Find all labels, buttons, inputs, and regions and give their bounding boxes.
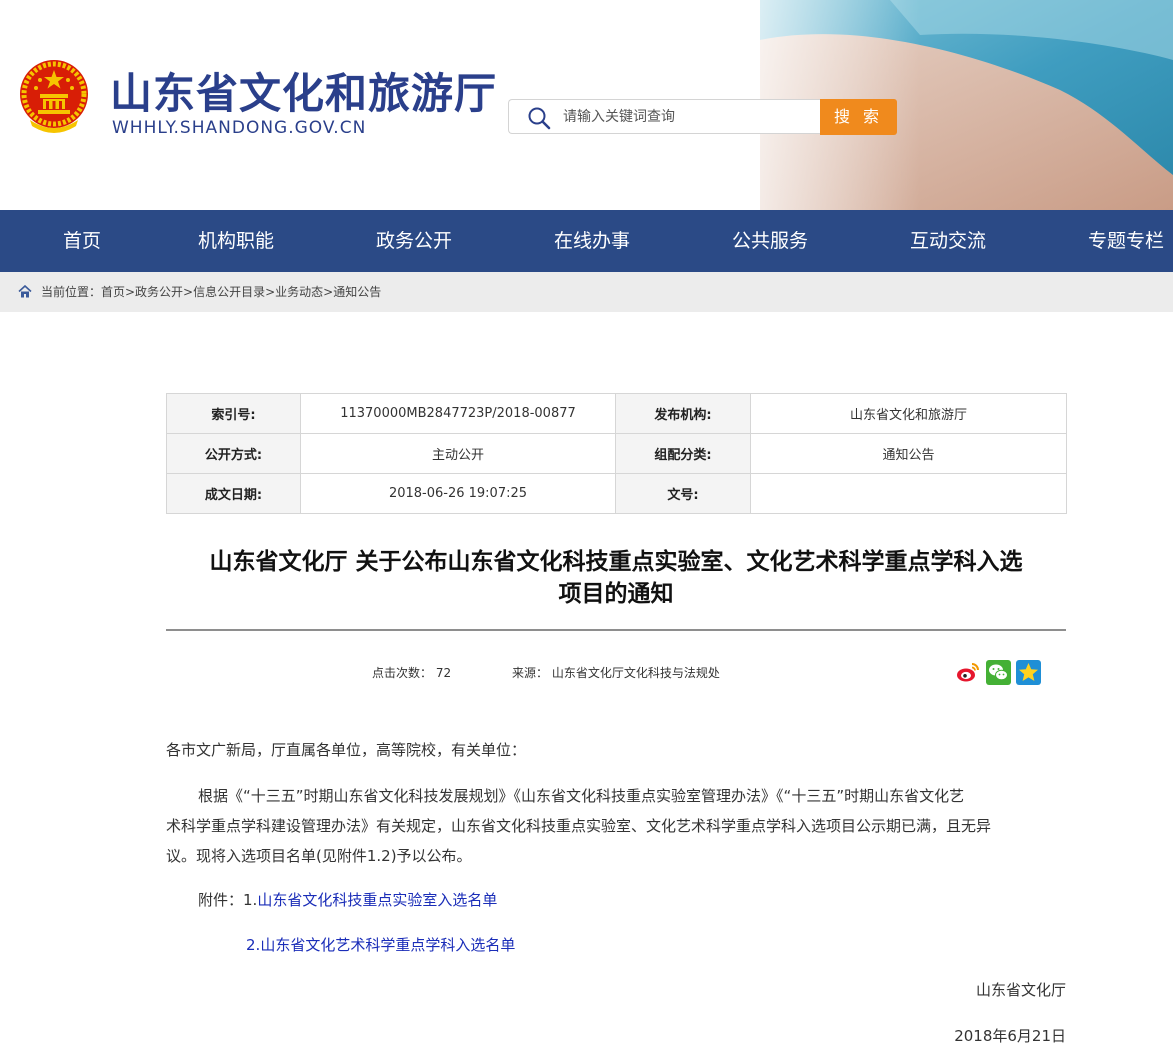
info-table: 索引号: 11370000MB2847723P/2018-00877 发布机构:… — [166, 393, 1067, 514]
site-header: 山东省文化和旅游厅 WHHLY.SHANDONG.GOV.CN 搜 索 — [0, 0, 1173, 210]
search-button[interactable]: 搜 索 — [820, 99, 897, 135]
nav-item-functions[interactable]: 机构职能 — [198, 210, 274, 272]
article-title-line-2: 项目的通知 — [558, 581, 674, 607]
title-divider — [166, 629, 1066, 631]
publisher-value: 山东省文化和旅游厅 — [750, 393, 1067, 434]
body-line-3: 议。现将入选项目名单(见附件1.2)予以公布。 — [166, 847, 472, 865]
signature: 山东省文化厅 — [975, 981, 1066, 999]
favorite-star-icon[interactable] — [1016, 660, 1041, 685]
date-label: 成文日期: — [166, 473, 301, 514]
search-icon[interactable] — [527, 106, 551, 130]
attachment-2-link[interactable]: 山东省文化艺术科学重点学科入选名单 — [260, 936, 515, 954]
attachment-prefix: 附件： — [198, 891, 244, 909]
disclosure-mode-value: 主动公开 — [300, 433, 616, 474]
attachment-2-number[interactable]: 2. — [246, 936, 260, 954]
nav-item-public-services[interactable]: 公共服务 — [732, 210, 808, 272]
index-label: 索引号: — [166, 393, 301, 434]
body-line-1: 根据《“十三五”时期山东省文化科技发展规划》《山东省文化科技重点实验室管理办法》… — [198, 787, 965, 805]
weibo-icon[interactable] — [955, 660, 980, 685]
category-value: 通知公告 — [750, 433, 1067, 474]
attachment-1-line: 附件：1.山东省文化科技重点实验室入选名单 — [198, 885, 497, 915]
nav-item-interaction[interactable]: 互动交流 — [910, 210, 986, 272]
body-paragraph: 根据《“十三五”时期山东省文化科技发展规划》《山东省文化科技重点实验室管理办法》… — [166, 781, 1066, 871]
date-value: 2018-06-26 19:07:25 — [300, 473, 616, 514]
publisher-label: 发布机构: — [615, 393, 751, 434]
body-line-2: 术科学重点学科建设管理办法》有关规定，山东省文化科技重点实验室、文化艺术科学重点… — [166, 817, 992, 835]
main-nav: 首页 机构职能 政务公开 在线办事 公共服务 互动交流 专题专栏 — [0, 210, 1173, 272]
site-domain: WHHLY.SHANDONG.GOV.CN — [112, 118, 367, 138]
attachment-2-line: 2.山东省文化艺术科学重点学科入选名单 — [246, 930, 515, 960]
nav-item-special-topics[interactable]: 专题专栏 — [1088, 210, 1164, 272]
nav-item-home[interactable]: 首页 — [63, 210, 101, 272]
wechat-icon[interactable] — [986, 660, 1011, 685]
attachment-1-link[interactable]: 山东省文化科技重点实验室入选名单 — [257, 891, 497, 909]
breadcrumb[interactable]: 当前位置：首页>政务公开>信息公开目录>业务动态>通知公告 — [41, 283, 381, 300]
click-count: 点击次数： 72 — [372, 666, 452, 680]
nav-item-gov-affairs[interactable]: 政务公开 — [376, 210, 452, 272]
article-title-line-1: 山东省文化厅 关于公布山东省文化科技重点实验室、文化艺术科学重点学科入选 — [209, 549, 1023, 575]
nav-item-online-services[interactable]: 在线办事 — [554, 210, 630, 272]
search-input[interactable] — [563, 104, 813, 129]
site-title: 山东省文化和旅游厅 — [110, 69, 498, 118]
article-source: 来源： 山东省文化厅文化科技与法规处 — [512, 666, 720, 680]
home-icon — [18, 285, 32, 298]
national-emblem — [20, 60, 88, 133]
salutation: 各市文广新局，厅直属各单位，高等院校，有关单位： — [166, 741, 527, 759]
index-value: 11370000MB2847723P/2018-00877 — [300, 393, 616, 434]
attachment-1-number: 1. — [243, 891, 258, 909]
doc-number-value — [750, 473, 1067, 514]
disclosure-mode-label: 公开方式: — [166, 433, 301, 474]
breadcrumb-bar: 当前位置：首页>政务公开>信息公开目录>业务动态>通知公告 — [0, 272, 1173, 312]
doc-number-label: 文号: — [615, 473, 751, 514]
article-title: 山东省文化厅 关于公布山东省文化科技重点实验室、文化艺术科学重点学科入选 项目的… — [166, 546, 1066, 610]
search-box[interactable] — [508, 99, 820, 134]
category-label: 组配分类: — [615, 433, 751, 474]
